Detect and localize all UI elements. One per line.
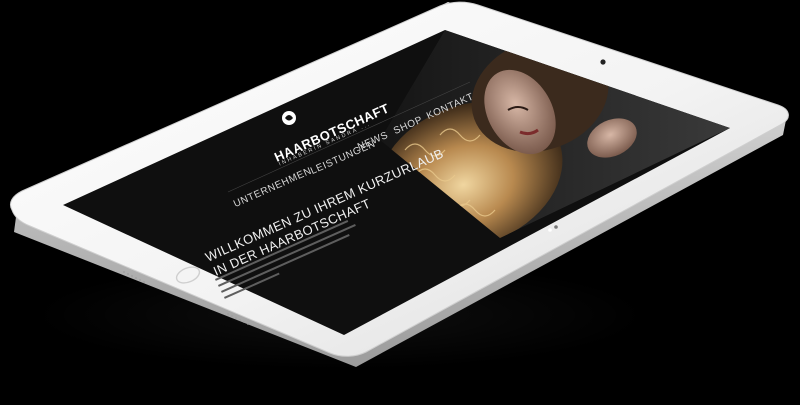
nav-item-kontakt[interactable]: KONTAKT — [425, 91, 476, 122]
nav-item-shop[interactable]: SHOP — [392, 114, 425, 137]
nav-item-unternehmen[interactable]: UNTERNEHMEN — [232, 166, 314, 210]
website-screen: HAARBOTSCHAFT INHABERIN SANDRA ... UNTER… — [0, 0, 800, 405]
stage: HAARBOTSCHAFT INHABERIN SANDRA ... UNTER… — [0, 0, 800, 405]
brand-name[interactable]: HAARBOTSCHAFT — [272, 100, 392, 164]
